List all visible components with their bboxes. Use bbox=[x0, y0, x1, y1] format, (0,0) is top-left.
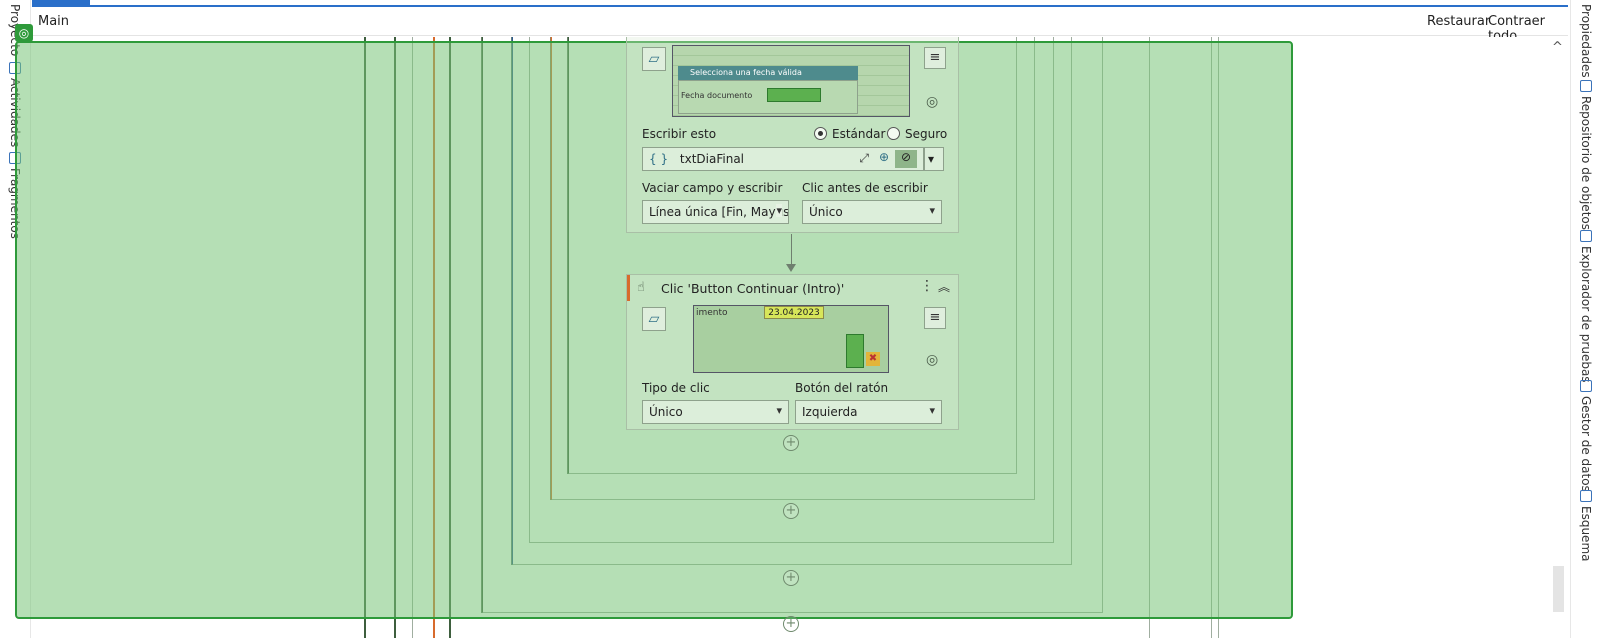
thumb-date: 23.04.2023 bbox=[764, 306, 824, 319]
ellipsis-icon[interactable]: ⋮ bbox=[920, 278, 934, 294]
click-type-label: Tipo de clic bbox=[642, 381, 710, 395]
tab-gestor[interactable]: Gestor de datos bbox=[1579, 380, 1593, 492]
test-explorer-icon bbox=[1580, 230, 1592, 242]
empty-write-label: Vaciar campo y escribir bbox=[642, 181, 783, 195]
mode-secure-radio[interactable]: Seguro bbox=[887, 127, 947, 141]
click-before-label: Clic antes de escribir bbox=[802, 181, 928, 195]
designer-header: Main Restaurar Contraer todo bbox=[32, 8, 1568, 44]
activity-icon: ▱ bbox=[642, 47, 666, 71]
braces-icon: { } bbox=[649, 152, 669, 166]
top-accent-line bbox=[32, 5, 1568, 7]
tab-explorador-label: Explorador de pruebas bbox=[1579, 246, 1593, 383]
add-icon[interactable]: ⊕ bbox=[879, 150, 889, 164]
chevron-up-double-icon[interactable]: ︽ bbox=[938, 278, 950, 295]
tab-esquema[interactable]: Esquema bbox=[1579, 490, 1593, 561]
mouse-button-value: Izquierda bbox=[802, 405, 858, 419]
mouse-button-label: Botón del ratón bbox=[795, 381, 889, 395]
connector-line bbox=[791, 234, 792, 268]
chevron-down-icon: ▾ bbox=[929, 404, 935, 417]
chevron-down-icon: ▾ bbox=[776, 404, 782, 417]
radio-off-icon bbox=[887, 127, 900, 140]
thumb-dialog-title: Selecciona una fecha válida bbox=[678, 66, 858, 80]
empty-write-value: Línea única [Fin, Mayús+ bbox=[649, 205, 789, 219]
tab-repositorio[interactable]: Repositorio de objetos bbox=[1579, 80, 1593, 230]
radio-on-icon bbox=[814, 127, 827, 140]
tab-propiedades-label: Propiedades bbox=[1579, 4, 1593, 78]
scroll-up-icon[interactable]: ^ bbox=[1552, 40, 1563, 55]
click-before-select[interactable]: Único ▾ bbox=[802, 200, 942, 224]
plus-circle-icon[interactable]: + bbox=[783, 435, 799, 451]
mode-standard-label: Estándar bbox=[832, 127, 886, 141]
tab-esquema-label: Esquema bbox=[1579, 506, 1593, 562]
activity-title[interactable]: Clic 'Button Continuar (Intro)' bbox=[661, 281, 844, 296]
mode-secure-label: Seguro bbox=[905, 127, 948, 141]
variable-value: txtDiaFinal bbox=[679, 152, 745, 166]
plus-circle-icon[interactable]: + bbox=[783, 570, 799, 586]
click-type-select[interactable]: Único ▾ bbox=[642, 400, 789, 424]
chevron-down-icon: ▾ bbox=[929, 204, 935, 217]
click-activity[interactable]: ☝ Clic 'Button Continuar (Intro)' ⋮ ︽ ▱ … bbox=[626, 274, 959, 430]
chevron-down-icon: ▾ bbox=[776, 204, 782, 217]
vertical-scrollbar[interactable] bbox=[1553, 566, 1564, 612]
type-into-activity[interactable]: ▱ Selecciona una fecha válida Fecha docu… bbox=[626, 37, 959, 233]
activity-accent bbox=[627, 275, 630, 301]
outline-icon bbox=[1580, 490, 1592, 502]
thumb-label: imento bbox=[696, 308, 728, 318]
tab-repositorio-label: Repositorio de objetos bbox=[1579, 96, 1593, 230]
target-icon[interactable]: ◎ bbox=[926, 352, 938, 368]
target-icon[interactable]: ◎ bbox=[926, 94, 938, 110]
write-label: Escribir esto bbox=[642, 127, 717, 141]
chevron-down-icon[interactable]: ▾ bbox=[924, 147, 944, 171]
right-side-panel: Propiedades Repositorio de objetos Explo… bbox=[1570, 0, 1600, 638]
mouse-button-select[interactable]: Izquierda ▾ bbox=[795, 400, 942, 424]
hamburger-icon[interactable]: ≡ bbox=[924, 47, 946, 69]
click-icon: ☝ bbox=[637, 280, 645, 295]
click-before-value: Único bbox=[809, 205, 843, 219]
tab-explorador[interactable]: Explorador de pruebas bbox=[1579, 230, 1593, 383]
arrow-down-icon bbox=[786, 264, 796, 272]
target-icon[interactable]: ◎ bbox=[15, 24, 33, 42]
empty-write-select[interactable]: Línea única [Fin, Mayús+ ▾ bbox=[642, 200, 789, 224]
thumb-field-label: Fecha documento bbox=[681, 91, 753, 100]
hamburger-icon[interactable]: ≡ bbox=[924, 307, 946, 329]
screenshot-thumbnail[interactable]: Selecciona una fecha válida Fecha docume… bbox=[672, 45, 910, 117]
repository-icon bbox=[1580, 80, 1592, 92]
expand-icon[interactable]: ⤢ bbox=[859, 151, 869, 166]
eye-slash-icon[interactable]: ⊘ bbox=[895, 150, 917, 168]
workflow-title: Main bbox=[38, 14, 70, 29]
tab-propiedades[interactable]: Propiedades bbox=[1579, 4, 1593, 78]
screenshot-thumbnail[interactable]: imento 23.04.2023 ✖ bbox=[693, 305, 889, 373]
plus-circle-icon[interactable]: + bbox=[783, 503, 799, 519]
write-value-field[interactable]: { } txtDiaFinal ⤢ ⊕ ⊘ bbox=[642, 147, 924, 171]
activity-icon: ▱ bbox=[642, 307, 666, 331]
close-icon: ✖ bbox=[866, 352, 880, 366]
data-manager-icon bbox=[1580, 380, 1592, 392]
restore-button[interactable]: Restaurar bbox=[1427, 14, 1490, 29]
click-type-value: Único bbox=[649, 405, 683, 419]
plus-circle-icon[interactable]: + bbox=[783, 616, 799, 632]
tab-gestor-label: Gestor de datos bbox=[1579, 396, 1593, 492]
mode-standard-radio[interactable]: Estándar bbox=[814, 127, 885, 141]
